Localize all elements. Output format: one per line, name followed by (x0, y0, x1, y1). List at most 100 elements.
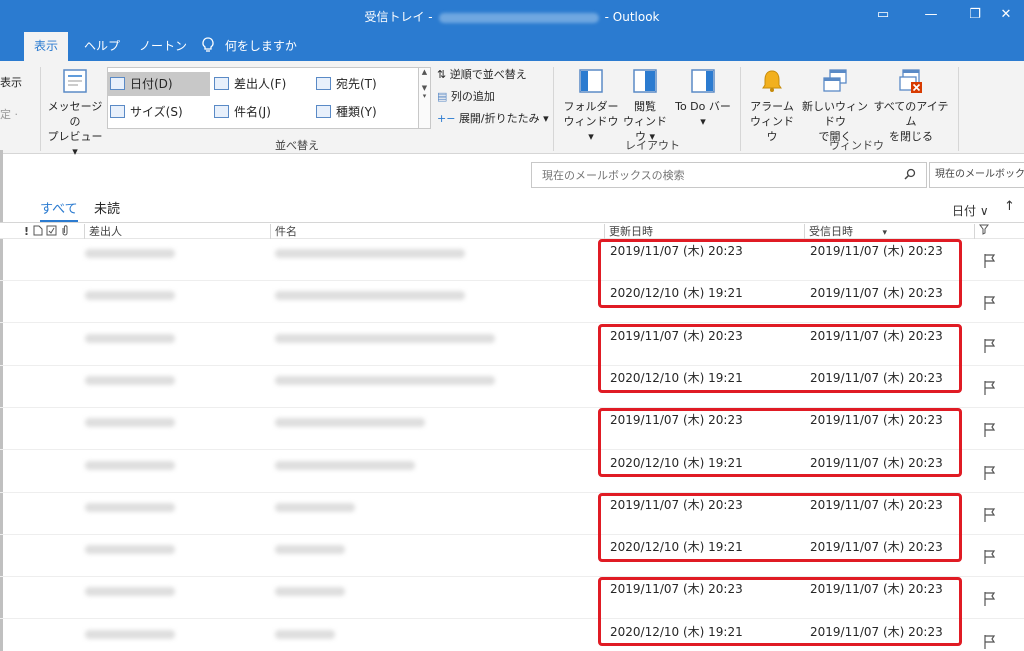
redacted-subject (275, 587, 345, 596)
folder-pane-button[interactable]: フォルダー ウィンドウ ▾ (562, 67, 620, 144)
reminders-label1: アラーム (750, 100, 794, 113)
tell-me-box[interactable]: 何をしますか (201, 32, 297, 61)
flag-filter-icon (979, 224, 989, 235)
column-subject[interactable]: 件名 (270, 224, 604, 239)
folder-pane-label1: フォルダー (563, 100, 619, 113)
flag-icon[interactable] (983, 507, 997, 523)
arrange-from-label: 差出人(F) (234, 77, 287, 91)
ribbon-separator (40, 67, 41, 151)
column-modified[interactable]: 更新日時 (604, 224, 804, 239)
search-box[interactable] (531, 162, 927, 188)
recipient-icon (316, 77, 331, 90)
flag-icon[interactable] (983, 591, 997, 607)
tab-norton[interactable]: ノートン (139, 32, 187, 61)
close-all-items-button[interactable]: すべてのアイテム を閉じる (872, 67, 950, 144)
ribbon-separator (958, 67, 959, 151)
flag-icon[interactable] (983, 422, 997, 438)
add-columns-button[interactable]: ▤ 列の追加 (437, 87, 495, 107)
ribbon-display-options-button[interactable]: ▭ (860, 0, 906, 32)
flag-icon[interactable] (983, 465, 997, 481)
reminders-window-button[interactable]: アラーム ウィンドウ (746, 67, 798, 144)
ribbon-separator (740, 67, 741, 151)
redacted-sender (85, 545, 175, 554)
subject-icon (214, 105, 229, 118)
flag-icon[interactable] (983, 380, 997, 396)
close-button[interactable]: ✕ (988, 0, 1024, 32)
todo-bar-button[interactable]: To Do バー ▾ (674, 67, 732, 129)
received-date: 2019/11/07 (木) 20:23 (810, 329, 943, 343)
sort-by-dropdown[interactable]: 日付 ∨ (952, 202, 989, 219)
arrange-subject-label: 件名(J) (234, 105, 271, 119)
message-row[interactable]: 2020/12/10 (木) 19:21 2019/11/07 (木) 20:23 (0, 535, 1024, 577)
redacted-subject (275, 376, 495, 385)
message-row[interactable]: 2020/12/10 (木) 19:21 2019/11/07 (木) 20:23 (0, 620, 1024, 651)
window-title-prefix: 受信トレイ - (364, 10, 433, 24)
flag-icon[interactable] (983, 295, 997, 311)
message-row[interactable]: 2019/11/07 (木) 20:23 2019/11/07 (木) 20:23 (0, 408, 1024, 450)
column-received[interactable]: 受信日時 ▾ (804, 224, 974, 239)
filter-all-tab[interactable]: すべて (40, 198, 78, 222)
modified-date: 2019/11/07 (木) 20:23 (610, 498, 743, 512)
received-date: 2019/11/07 (木) 20:23 (810, 582, 943, 596)
expand-collapse-button[interactable]: +− 展開/折りたたみ ▾ (437, 109, 549, 129)
flag-icon[interactable] (983, 634, 997, 650)
message-row[interactable]: 2019/11/07 (木) 20:23 2019/11/07 (木) 20:23 (0, 239, 1024, 281)
flag-icon[interactable] (983, 549, 997, 565)
arrange-by-size[interactable]: サイズ(S) (108, 100, 210, 124)
filter-unread-tab[interactable]: 未読 (94, 198, 120, 217)
reading-pane-button[interactable]: 閲覧 ウィンドウ ▾ (618, 67, 672, 144)
modified-date: 2019/11/07 (木) 20:23 (610, 413, 743, 427)
folder-pane-icon (579, 69, 603, 93)
sender-icon (214, 77, 229, 90)
message-row[interactable]: 2019/11/07 (木) 20:23 2019/11/07 (木) 20:23 (0, 493, 1024, 535)
window-group-label: ウィンドウ (829, 139, 884, 152)
title-bar: 受信トレイ -- Outlook ▭ — ❐ ✕ (0, 0, 1024, 32)
reverse-sort-button[interactable]: ⇅ 逆順で並べ替え (437, 65, 527, 85)
column-icons[interactable]: ! (22, 224, 84, 239)
search-input[interactable] (532, 163, 892, 187)
importance-column-label: ! (24, 225, 30, 238)
open-new-window-button[interactable]: 新しいウィンドウ で開く (798, 67, 872, 144)
arrange-by-date[interactable]: 日付(D) (108, 72, 210, 96)
add-columns-icon: ▤ (437, 90, 451, 103)
redacted-sender (85, 418, 175, 427)
flag-icon[interactable] (983, 338, 997, 354)
minimize-button[interactable]: — (908, 0, 954, 32)
message-row[interactable]: 2019/11/07 (木) 20:23 2019/11/07 (木) 20:23 (0, 577, 1024, 619)
gallery-scrollbar[interactable]: ▲ ▼ ▾ (419, 67, 431, 129)
arrangement-group-label: 並べ替え (275, 139, 319, 152)
tab-view[interactable]: 表示 (24, 32, 69, 61)
arrange-by-to[interactable]: 宛先(T) (314, 72, 414, 96)
flag-icon[interactable] (983, 253, 997, 269)
message-row[interactable]: 2020/12/10 (木) 19:21 2019/11/07 (木) 20:23 (0, 366, 1024, 408)
search-scope-dropdown[interactable]: 現在のメールボックス (929, 162, 1024, 188)
received-date: 2019/11/07 (木) 20:23 (810, 371, 943, 385)
search-icon[interactable] (904, 168, 916, 180)
calendar-icon (110, 77, 125, 90)
arrange-by-subject[interactable]: 件名(J) (212, 100, 312, 124)
message-row[interactable]: 2020/12/10 (木) 19:21 2019/11/07 (木) 20:23 (0, 281, 1024, 323)
message-row[interactable]: 2020/12/10 (木) 19:21 2019/11/07 (木) 20:23 (0, 451, 1024, 493)
view-settings-button[interactable]: 定 · (0, 107, 18, 122)
redacted-subject (275, 291, 465, 300)
sort-direction-button[interactable]: ↑ (1004, 199, 1015, 214)
arrange-by-type[interactable]: 種類(Y) (314, 100, 414, 124)
todo-bar-label1: To Do バー (675, 100, 731, 113)
received-date: 2019/11/07 (木) 20:23 (810, 244, 943, 258)
column-flag[interactable] (974, 224, 1024, 239)
message-preview-label2: プレビュー ▾ (47, 130, 103, 158)
ribbon-tabs: 表示 ヘルプ ノートン 何をしますか (0, 32, 1024, 61)
redacted-account (438, 12, 599, 23)
current-view-button[interactable]: 表示 (0, 75, 22, 90)
message-row[interactable]: 2019/11/07 (木) 20:23 2019/11/07 (木) 20:23 (0, 324, 1024, 366)
modified-date: 2020/12/10 (木) 19:21 (610, 286, 743, 300)
arrange-by-from[interactable]: 差出人(F) (212, 72, 312, 96)
redacted-subject (275, 503, 355, 512)
tab-help[interactable]: ヘルプ (84, 32, 120, 61)
message-preview-button[interactable]: メッセージの プレビュー ▾ (46, 67, 104, 159)
tell-me-label: 何をしますか (224, 39, 297, 53)
redacted-subject (275, 545, 345, 554)
column-sender[interactable]: 差出人 (84, 224, 270, 239)
bell-icon (762, 70, 782, 92)
open-new-window-label1: 新しいウィンドウ (802, 100, 868, 128)
